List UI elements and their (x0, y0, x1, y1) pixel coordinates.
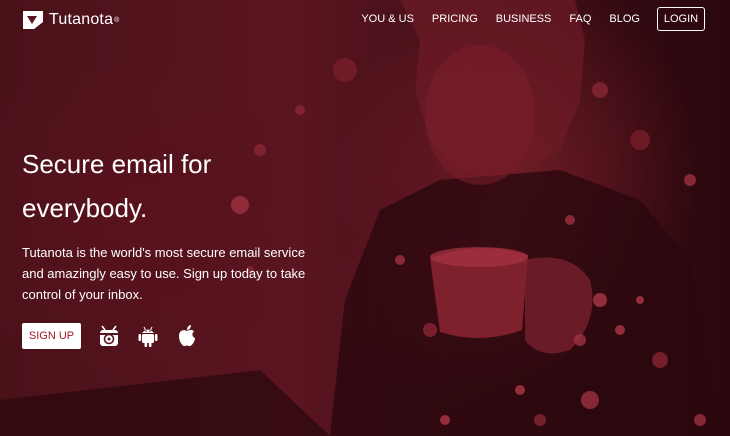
nav-item-faq[interactable]: FAQ (569, 13, 591, 25)
hero-title: Secure email for everybody. (22, 149, 212, 223)
tutanota-logo-icon (23, 11, 43, 29)
android-icon (138, 326, 158, 347)
nav-item-business[interactable]: BUSINESS (496, 13, 552, 25)
fdroid-app-link[interactable] (98, 324, 120, 348)
nav-item-pricing[interactable]: PRICING (432, 13, 478, 25)
nav-item-blog[interactable]: BLOG (609, 13, 640, 25)
signup-button[interactable]: SIGN UP (22, 323, 81, 349)
hero-description: Tutanota is the world's most secure emai… (22, 245, 306, 302)
apple-icon (179, 325, 195, 347)
fdroid-icon (100, 325, 118, 346)
page: Tutanota ® YOU & US PRICING BUSINESS FAQ… (0, 0, 730, 436)
android-app-link[interactable] (137, 324, 159, 348)
top-navigation: Tutanota ® YOU & US PRICING BUSINESS FAQ… (0, 0, 730, 40)
main-menu: YOU & US PRICING BUSINESS FAQ BLOG (343, 13, 640, 25)
brand-logo[interactable]: Tutanota ® (22, 10, 119, 30)
brand-trademark: ® (114, 16, 120, 24)
cta-row: SIGN UP (22, 323, 198, 349)
brand-name: Tutanota (49, 11, 114, 28)
nav-item-you-and-us[interactable]: YOU & US (361, 13, 414, 25)
login-button[interactable]: LOGIN (657, 7, 705, 31)
apple-app-link[interactable] (176, 324, 198, 348)
